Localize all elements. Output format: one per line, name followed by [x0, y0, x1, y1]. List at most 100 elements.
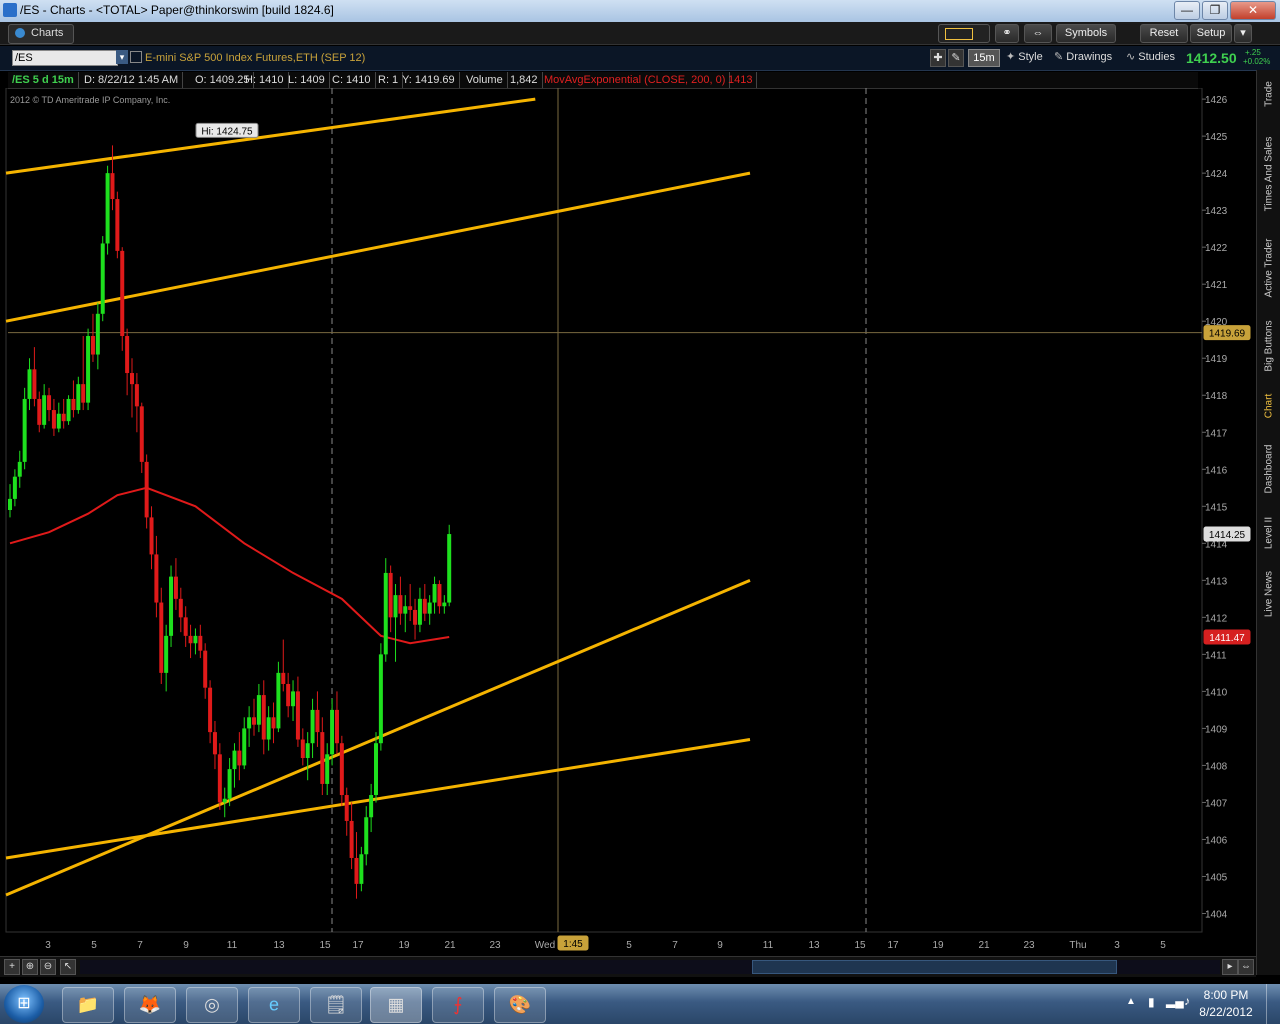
paint-icon: 🎨	[508, 994, 532, 1015]
candle-body	[359, 854, 364, 884]
studies-button[interactable]: ∿ Studies	[1126, 49, 1182, 65]
style-button[interactable]: ✦ Style	[1006, 49, 1050, 65]
candle-body	[261, 695, 266, 740]
setup-button[interactable]: Setup	[1190, 24, 1232, 43]
info-study-value: 1413	[724, 72, 758, 88]
candle-body	[17, 461, 22, 477]
tab-live-news-label: Live News	[1263, 570, 1275, 618]
sticky-notes-taskbar-button[interactable]: 🗒	[310, 987, 362, 1023]
candle-body	[183, 617, 188, 636]
candle-body	[334, 709, 339, 744]
symbol-info-icon[interactable]	[130, 51, 142, 63]
x-tick-label: 23	[1023, 940, 1035, 951]
x-tick-label: 17	[352, 940, 364, 951]
candle-body	[217, 754, 222, 803]
reset-button[interactable]: Reset	[1140, 24, 1188, 43]
candle-body	[232, 750, 237, 770]
chart-header: /ES ▾ E-mini S&P 500 Index Futures,ETH (…	[0, 46, 1280, 71]
candle-body	[27, 369, 32, 399]
x-tick-label: 13	[273, 940, 285, 951]
x-tick-label: 13	[808, 940, 820, 951]
candle-body	[86, 336, 91, 403]
zoom-out-icon[interactable]: ⊖	[40, 959, 56, 975]
candle-body	[149, 517, 154, 555]
candle-body	[344, 795, 349, 821]
pointer-icon[interactable]: ↖	[60, 959, 76, 975]
tab-trade[interactable]: Trade	[1257, 70, 1280, 118]
tab-live-news[interactable]: Live News	[1257, 562, 1280, 626]
y-tick-label: 1406	[1205, 835, 1228, 846]
x-tick-label: 3	[1114, 940, 1120, 951]
candle-body	[325, 754, 330, 784]
chrome-taskbar-button[interactable]: ◎	[186, 987, 238, 1023]
drawings-button[interactable]: ✎ Drawings	[1054, 49, 1120, 65]
zoom-in-icon[interactable]: +	[4, 959, 20, 975]
y-tick-label: 1419	[1205, 354, 1228, 365]
firefox-taskbar-button[interactable]: 🦊	[124, 987, 176, 1023]
candle-body	[115, 199, 120, 251]
volume-icon[interactable]: ♪	[1184, 994, 1190, 1008]
clock-time[interactable]: 8:00 PM	[1196, 988, 1256, 1002]
ema-200-line	[9, 486, 450, 645]
expand-icon[interactable]: ⇔	[1238, 959, 1254, 975]
detach-icon[interactable]: ⇔	[1024, 24, 1052, 43]
link-icon[interactable]: ⚭	[995, 24, 1019, 43]
restore-button[interactable]: ❐	[1202, 1, 1228, 20]
candle-body	[120, 250, 125, 337]
battery-icon[interactable]: ▮	[1148, 995, 1155, 1009]
last-price: 1412.50	[1186, 50, 1237, 66]
candle-body	[271, 717, 276, 729]
tab-chart[interactable]: Chart	[1257, 386, 1280, 426]
tab-active-trader[interactable]: Active Trader	[1257, 230, 1280, 306]
scroll-right-icon[interactable]: ▸	[1222, 959, 1238, 975]
candle-body	[422, 598, 427, 614]
acrobat-taskbar-button[interactable]: ⨍	[432, 987, 484, 1023]
paint-taskbar-button[interactable]: 🎨	[494, 987, 546, 1023]
x-tick-label: 11	[763, 940, 774, 951]
ie-taskbar-button[interactable]: e	[248, 987, 300, 1023]
crosshair-icon[interactable]: ✚	[930, 49, 946, 67]
crosshair-y-label: 1419.69	[1209, 329, 1246, 340]
y-tick-label: 1415	[1205, 502, 1228, 513]
candle-body	[212, 732, 217, 755]
symbols-button[interactable]: Symbols	[1056, 24, 1116, 43]
tray-arrow-icon[interactable]: ▲	[1126, 996, 1136, 1007]
candle-body	[442, 602, 447, 607]
candle-body	[100, 243, 105, 314]
candle-body	[398, 595, 403, 614]
chart-info-bar: /ES 5 d 15m D: 8/22/12 1:45 AM O: 1409.2…	[8, 72, 1198, 89]
color-swatch-button[interactable]	[938, 24, 990, 43]
show-desktop-button[interactable]	[1266, 984, 1280, 1024]
network-icon[interactable]: ▂▄	[1166, 994, 1184, 1008]
close-button[interactable]: ✕	[1230, 1, 1276, 20]
price-chart[interactable]: 1426142514241423142214211420141914181417…	[0, 88, 1256, 956]
interval-button[interactable]: 15m	[968, 49, 1000, 67]
tab-times-and-sales[interactable]: Times And Sales	[1257, 122, 1280, 226]
symbol-dropdown-icon[interactable]: ▾	[116, 50, 128, 64]
clock-date[interactable]: 8/22/2012	[1196, 1005, 1256, 1019]
y-tick-label: 1405	[1205, 872, 1228, 883]
explorer-taskbar-button[interactable]: 📁	[62, 987, 114, 1023]
candle-body	[276, 672, 281, 729]
x-tick-label: 5	[91, 940, 97, 951]
y-tick-label: 1408	[1205, 761, 1228, 772]
candle-body	[252, 717, 256, 725]
firefox-icon: 🦊	[138, 994, 162, 1015]
start-button[interactable]: ⊞	[4, 985, 44, 1023]
x-tick-label: 15	[854, 940, 866, 951]
chevron-down-icon[interactable]: ▾	[1234, 24, 1252, 43]
minimize-button[interactable]: —	[1174, 1, 1200, 20]
candle-body	[32, 369, 37, 399]
thinkorswim-taskbar-button[interactable]: ▦	[370, 987, 422, 1023]
tab-charts[interactable]: Charts	[8, 24, 74, 44]
wrench-icon[interactable]: ✎	[948, 49, 964, 67]
tab-dashboard[interactable]: Dashboard	[1257, 434, 1280, 504]
chart-scroll-thumb[interactable]	[752, 960, 1117, 974]
zoom-icon[interactable]: ⊕	[22, 959, 38, 975]
candle-body	[42, 395, 47, 425]
candle-body	[81, 384, 86, 403]
tab-times-and-sales-label: Times And Sales	[1263, 136, 1275, 212]
tab-big-buttons[interactable]: Big Buttons	[1257, 310, 1280, 382]
symbol-input[interactable]: /ES	[12, 50, 118, 66]
tab-level-ii[interactable]: Level II	[1257, 508, 1280, 558]
